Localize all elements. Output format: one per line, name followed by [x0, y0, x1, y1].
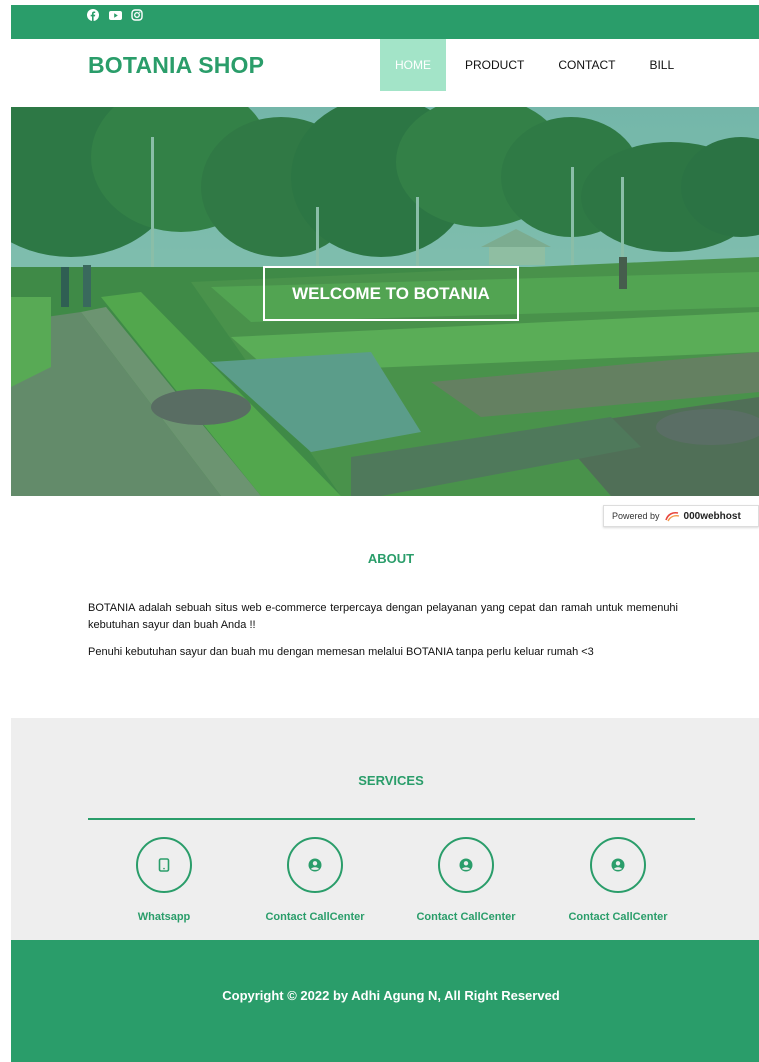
services-title: SERVICES — [358, 773, 424, 788]
powered-by-label: Powered by — [612, 511, 660, 521]
service-whatsapp[interactable]: Whatsapp — [99, 837, 229, 923]
service-label: Contact CallCenter — [568, 911, 668, 923]
webhost-logo-icon — [664, 511, 679, 522]
services-divider — [88, 818, 695, 820]
service-callcenter-2[interactable]: Contact CallCenter — [401, 837, 531, 923]
service-callcenter-3[interactable]: Contact CallCenter — [553, 837, 683, 923]
copyright-text: Copyright © 2022 by Adhi Agung N, All Ri… — [222, 988, 560, 1003]
service-label: Contact CallCenter — [416, 911, 516, 923]
service-icon-circle — [136, 837, 192, 893]
services-section: SERVICES Whatsapp Contact CallCenter Con… — [11, 718, 759, 940]
user-circle-icon — [611, 858, 625, 872]
service-icon-circle — [590, 837, 646, 893]
instagram-icon[interactable] — [131, 8, 143, 21]
facebook-icon[interactable] — [87, 8, 99, 21]
service-icon-circle — [438, 837, 494, 893]
youtube-icon[interactable] — [109, 8, 122, 20]
main-nav: HOME PRODUCT CONTACT BILL — [380, 39, 691, 91]
nav-bill[interactable]: BILL — [632, 39, 691, 91]
webhost-brand: 000webhost — [683, 510, 741, 522]
mobile-icon — [158, 858, 170, 872]
user-circle-icon — [459, 858, 473, 872]
service-icon-circle — [287, 837, 343, 893]
about-title: ABOUT — [367, 551, 415, 566]
site-header: BOTANIA SHOP HOME PRODUCT CONTACT BILL — [11, 39, 759, 107]
powered-by-badge[interactable]: Powered by 000webhost — [603, 505, 759, 527]
site-footer: Copyright © 2022 by Adhi Agung N, All Ri… — [11, 940, 759, 1062]
user-circle-icon — [308, 858, 322, 872]
social-links — [87, 8, 143, 21]
social-bar — [11, 5, 759, 39]
about-body: BOTANIA adalah sebuah situs web e-commer… — [88, 600, 678, 671]
nav-product[interactable]: PRODUCT — [446, 39, 542, 91]
brand-logo[interactable]: BOTANIA SHOP — [88, 52, 264, 79]
about-paragraph: Penuhi kebutuhan sayur dan buah mu denga… — [88, 646, 594, 658]
nav-contact[interactable]: CONTACT — [542, 39, 632, 91]
nav-home[interactable]: HOME — [380, 39, 446, 91]
service-callcenter-1[interactable]: Contact CallCenter — [250, 837, 380, 923]
service-label: Whatsapp — [137, 911, 191, 923]
page: BOTANIA SHOP HOME PRODUCT CONTACT BILL W… — [11, 0, 759, 1062]
hero-banner: WELCOME TO BOTANIA — [11, 107, 759, 496]
welcome-banner: WELCOME TO BOTANIA — [263, 266, 519, 321]
service-label: Contact CallCenter — [265, 911, 365, 923]
about-paragraph: BOTANIA adalah sebuah situs web e-commer… — [88, 602, 678, 631]
